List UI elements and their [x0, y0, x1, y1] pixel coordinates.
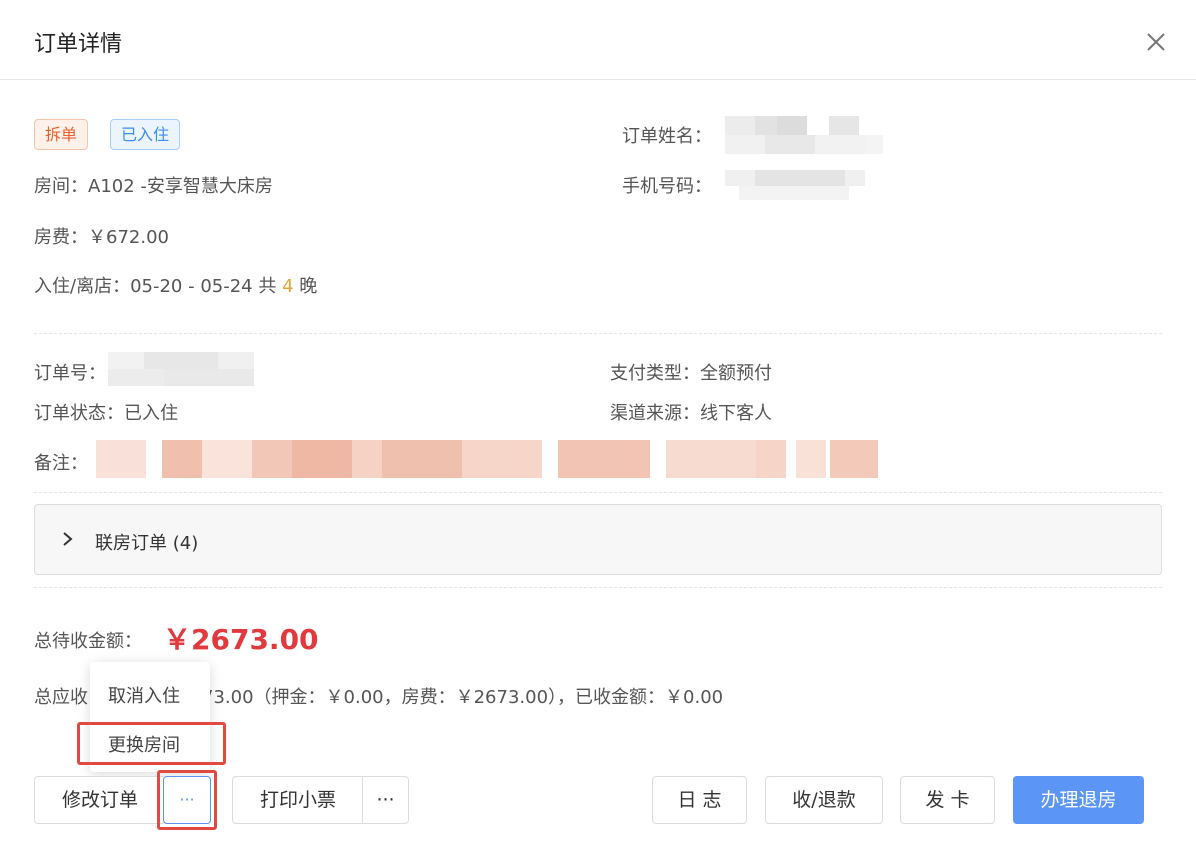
stay-nights: 4 [282, 276, 294, 297]
edit-order-button[interactable]: 修改订单 [34, 776, 166, 824]
total-due-amount: ￥2673.00 [163, 623, 319, 656]
cancel-checkin-item[interactable]: 取消入住 [108, 682, 180, 708]
stay-field: 入住/离店：05-20 - 05-24 共 4 晚 [34, 272, 317, 298]
room-value: A102 -安享智慧大床房 [88, 176, 273, 197]
summary-rest: 73.00（押金：￥0.00，房费：￥2673.00），已收金额：￥0.00 [202, 687, 724, 708]
split-order-tag: 拆单 [34, 119, 89, 150]
stay-label: 入住/离店： [34, 276, 131, 297]
dialog-header: 订单详情 [0, 0, 1196, 80]
order-status-value: 已入住 [124, 403, 178, 424]
linked-orders-label: 联房订单 (4) [95, 533, 199, 554]
checked-in-tag: 已入住 [110, 119, 181, 150]
pay-type-field: 支付类型：全额预付 [610, 359, 772, 385]
channel-label: 渠道来源： [610, 403, 700, 424]
room-field: 房间：A102 -安享智慧大床房 [34, 172, 273, 198]
linked-orders-collapse[interactable]: 联房订单 (4) [34, 504, 1162, 575]
pay-type-label: 支付类型： [610, 363, 700, 384]
more-actions-button[interactable]: ··· [163, 776, 211, 824]
more-actions-dropdown: 取消入住 更换房间 [90, 662, 210, 772]
chevron-right-icon [63, 532, 73, 546]
issue-card-button[interactable]: 发 卡 [900, 776, 995, 824]
stay-unit: 晚 [293, 276, 318, 297]
order-status-label: 订单状态： [34, 403, 124, 424]
remark-label: 备注： [34, 453, 88, 474]
section-divider [34, 333, 1162, 334]
change-room-item[interactable]: 更换房间 [108, 731, 180, 757]
summary-prefix: 总应收 [34, 687, 88, 708]
pay-type-value: 全额预付 [700, 363, 772, 384]
log-button[interactable]: 日 志 [652, 776, 747, 824]
order-id-label: 订单号： [34, 363, 106, 384]
channel-value: 线下客人 [700, 403, 772, 424]
channel-field: 渠道来源：线下客人 [610, 399, 772, 425]
checkout-button[interactable]: 办理退房 [1013, 776, 1144, 824]
room-label: 房间： [34, 176, 88, 197]
dialog-title: 订单详情 [34, 32, 123, 57]
order-detail-dialog: 订单详情 拆单 已入住 房间：A102 -安享智慧大床房 房费：￥672.00 … [0, 0, 1196, 858]
phone-label: 手机号码： [622, 176, 712, 197]
guest-name-label: 订单姓名： [622, 126, 712, 147]
phone-redacted [725, 170, 865, 202]
payment-refund-button[interactable]: 收/退款 [765, 776, 883, 824]
remark-redacted [96, 440, 878, 478]
guest-name-redacted [725, 116, 885, 154]
fee-field: 房费：￥672.00 [34, 223, 169, 249]
print-receipt-button[interactable]: 打印小票 [232, 776, 364, 824]
section-divider-2 [34, 492, 1162, 493]
order-id-redacted [108, 352, 254, 386]
total-due-label: 总待收金额： [34, 631, 142, 652]
section-divider-3 [34, 587, 1162, 588]
order-status-field: 订单状态：已入住 [34, 399, 178, 425]
print-more-button[interactable]: ··· [362, 776, 409, 824]
fee-label: 房费： [34, 227, 88, 248]
fee-value: ￥672.00 [88, 227, 169, 248]
stay-dates: 05-20 - 05-24 共 [130, 276, 283, 297]
close-icon[interactable] [1142, 28, 1170, 56]
